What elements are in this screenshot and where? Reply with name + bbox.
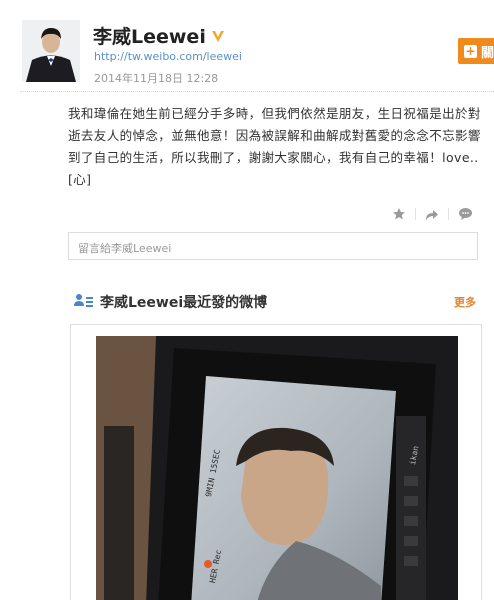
more-link[interactable]: 更多 xyxy=(454,294,476,310)
action-separator xyxy=(448,208,449,220)
post-actions xyxy=(390,206,474,222)
post-date: 2014年11月18日 12:28 xyxy=(94,72,219,85)
action-separator xyxy=(415,208,416,220)
forward-icon[interactable] xyxy=(423,206,441,222)
post-text: 我和瑋倫在她生前已經分手多時，但我們依然是朋友，生日祝福是出於對逝去友人的悼念，… xyxy=(68,106,481,187)
avatar[interactable] xyxy=(22,20,80,82)
comment-input[interactable]: 留言給李威Leewei xyxy=(68,232,478,260)
plus-icon: + xyxy=(464,43,477,58)
profile-header: 李威Leewei http://tw.weibo.com/leewei 2014… xyxy=(0,0,494,92)
follow-button-label: 關 xyxy=(481,45,494,61)
comment-icon[interactable] xyxy=(456,206,474,222)
profile-name[interactable]: 李威Leewei xyxy=(93,22,206,49)
recent-posts-title: 李威Leewei最近發的微博 xyxy=(100,295,268,311)
star-icon[interactable] xyxy=(390,206,408,222)
recent-posts-header: 李威Leewei最近發的微博 更多 xyxy=(68,282,482,322)
profile-url-link[interactable]: http://tw.weibo.com/leewei xyxy=(94,50,242,63)
user-list-icon xyxy=(74,294,93,307)
follow-button[interactable]: + 關 xyxy=(458,38,494,64)
recent-post-card[interactable]: 9MIN 15SEC HER Rec ikan xyxy=(70,324,482,600)
post-photo[interactable]: 9MIN 15SEC HER Rec ikan xyxy=(96,336,458,600)
verified-badge-icon xyxy=(211,30,224,42)
divider xyxy=(20,91,494,92)
